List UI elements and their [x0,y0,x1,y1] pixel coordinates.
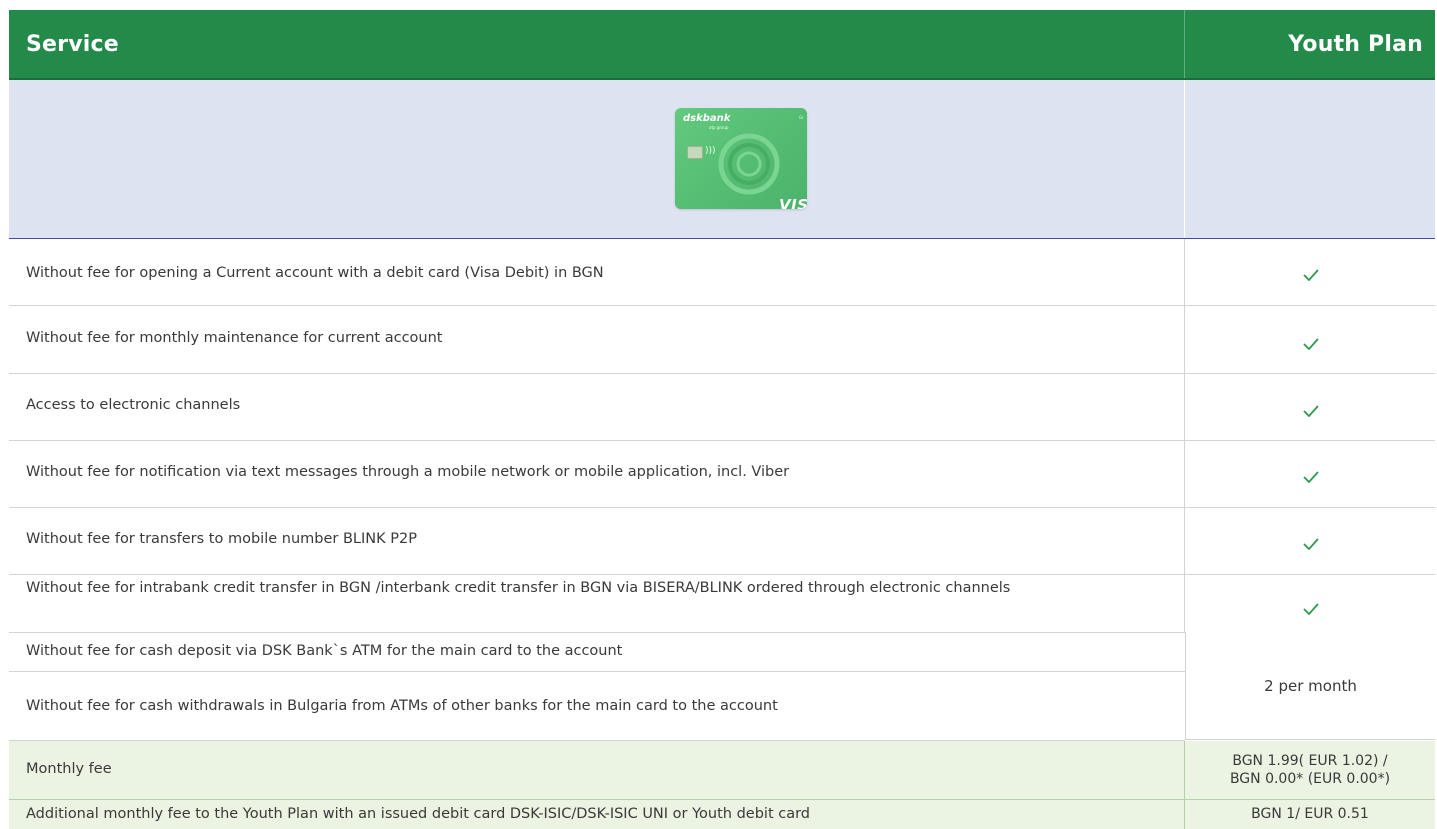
column-divider [1184,239,1185,305]
column-divider [1184,374,1185,440]
card-corner-mark: Gr [799,115,804,120]
fee-row: Additional monthly fee to the Youth Plan… [9,800,1435,829]
service-column-header: Service [26,32,119,57]
monthly-fee-value-line1: BGN 1.99( EUR 1.02) / [1232,753,1388,769]
checkmark-icon [1303,538,1319,550]
checkmark-icon [1303,269,1319,281]
card-swirl-graphic [718,133,780,195]
column-divider [1184,508,1185,574]
service-label: Without fee for transfers to mobile numb… [26,531,417,547]
table-row: Without fee for opening a Current accoun… [9,239,1435,306]
checkmark-icon [1303,338,1319,350]
table-row: Without fee for transfers to mobile numb… [9,508,1435,575]
card-row-divider [1184,80,1185,238]
card-chip-icon [687,146,703,159]
service-label: Without fee for cash deposit via DSK Ban… [26,643,623,659]
service-label: Without fee for opening a Current accoun… [26,265,604,281]
table-row: Without fee for monthly maintenance for … [9,306,1435,374]
column-divider [1184,441,1185,507]
additional-fee-value: BGN 1/ EUR 0.51 [1251,806,1369,822]
visa-logo: VISA [779,196,807,209]
plan-comparison-table: Service Youth Plan dskbank otp group Gr … [9,10,1435,829]
service-label: Without fee for cash withdrawals in Bulg… [26,698,778,714]
table-row: Access to electronic channels [9,374,1435,441]
table-row: Without fee for cash deposit via DSK Ban… [9,633,1185,672]
youth-plan-column-header: Youth Plan [1288,32,1423,57]
checkmark-icon [1303,603,1319,615]
service-label: Without fee for monthly maintenance for … [26,330,443,346]
green-visa-debit-card-image: dskbank otp group Gr ))) VISA [675,108,807,209]
checkmark-icon [1303,405,1319,417]
table-header: Service Youth Plan [9,10,1435,80]
column-divider [1184,575,1185,632]
column-divider [1184,306,1185,373]
header-divider [1184,10,1185,78]
card-image-row: dskbank otp group Gr ))) VISA [9,80,1435,239]
service-label: Without fee for notification via text me… [26,464,790,480]
atm-allowance-value: 2 per month [1185,632,1435,740]
table-row: Without fee for intrabank credit transfe… [9,575,1435,633]
service-label: Without fee for intrabank credit transfe… [26,580,1011,596]
table-row: Without fee for notification via text me… [9,441,1435,508]
monthly-fee-value-line2: BGN 0.00* (EUR 0.00*) [1229,771,1391,787]
checkmark-icon [1303,471,1319,483]
fee-label: Additional monthly fee to the Youth Plan… [26,806,811,822]
fee-row: Monthly fee BGN 1.99( EUR 1.02) / BGN 0.… [9,741,1435,800]
table-row: Without fee for cash withdrawals in Bulg… [9,672,1185,741]
service-label: Access to electronic channels [26,397,241,413]
fee-label: Monthly fee [26,761,112,777]
